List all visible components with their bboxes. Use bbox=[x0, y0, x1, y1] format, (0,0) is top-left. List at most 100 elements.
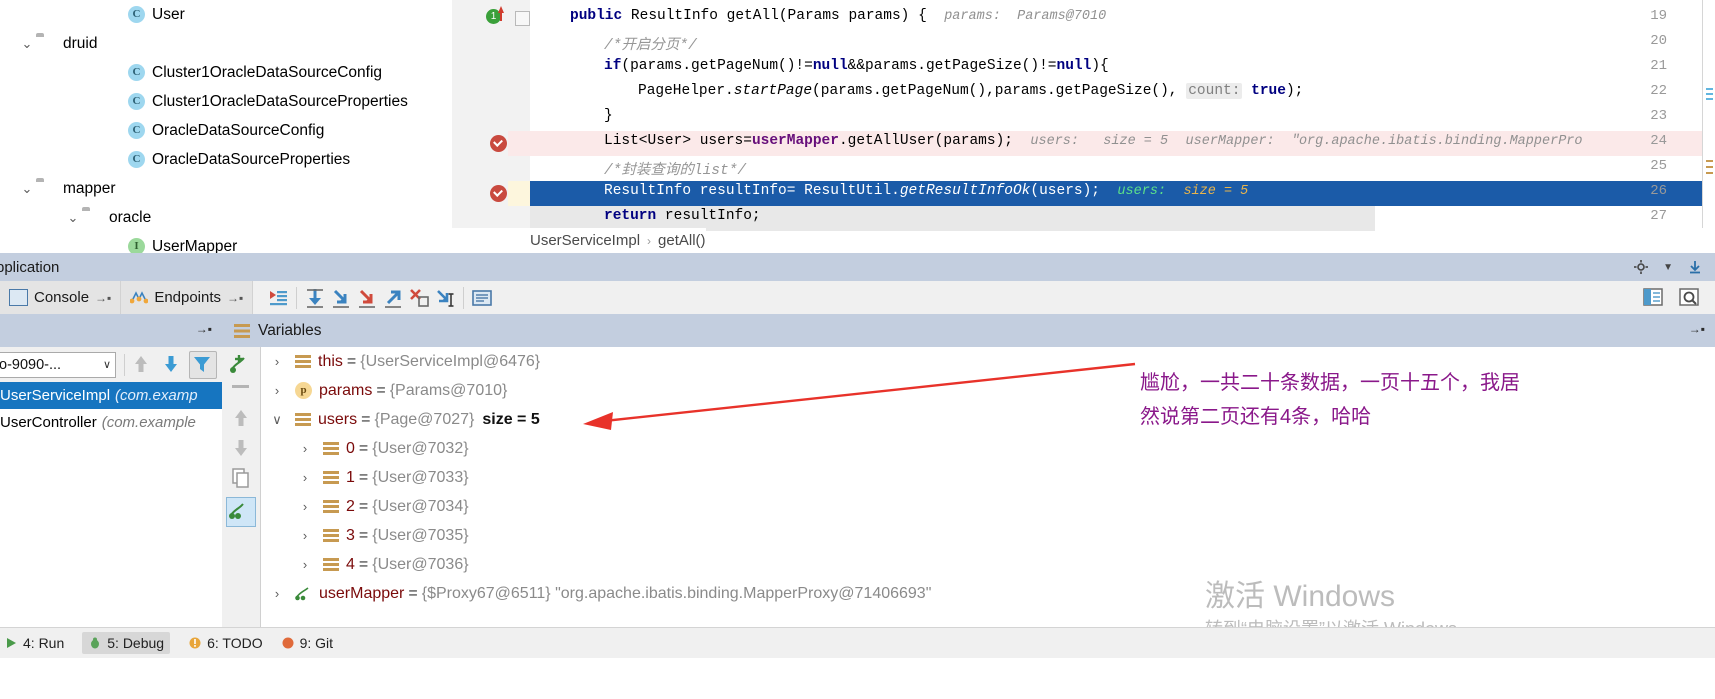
status-tab-debug[interactable]: 5: Debug bbox=[82, 632, 171, 654]
code-line-25: /*封装查询的list*/ bbox=[604, 163, 747, 179]
remove-watch-icon[interactable] bbox=[232, 385, 249, 388]
variable-row[interactable]: › 3 = {User@7035} bbox=[261, 521, 1715, 550]
frames-list[interactable]: UserServiceImpl (com.examp UserController(… bbox=[0, 382, 222, 627]
variable-size: size = 5 bbox=[482, 410, 540, 428]
variable-row[interactable]: › 2 = {User@7034} bbox=[261, 492, 1715, 521]
step-over-icon[interactable] bbox=[302, 285, 328, 311]
variable-value: {User@7034} bbox=[372, 497, 469, 515]
tree-item-oracle[interactable]: ⌄ oracle bbox=[0, 203, 452, 232]
chevron-right-icon[interactable]: › bbox=[269, 354, 285, 369]
status-tab-label: 4: Run bbox=[23, 635, 65, 651]
drop-frame-icon[interactable] bbox=[406, 285, 432, 311]
layout-settings-icon[interactable] bbox=[1641, 285, 1667, 311]
keyword-null: null bbox=[812, 58, 848, 74]
variable-row[interactable]: › 4 = {User@7036} bbox=[261, 550, 1715, 579]
debug-toolbar[interactable]: Console →▪ Endpoints →▪ bbox=[0, 281, 1715, 315]
tree-item-user[interactable]: C User bbox=[0, 0, 452, 29]
variables-title: Variables bbox=[258, 321, 322, 339]
frames-toolbar[interactable]: o-9090-... ∨ bbox=[0, 347, 222, 382]
run-to-cursor-icon[interactable] bbox=[432, 285, 458, 311]
breadcrumb-class[interactable]: UserServiceImpl bbox=[530, 232, 640, 249]
tab-console[interactable]: Console →▪ bbox=[0, 281, 122, 314]
status-bar-tabs[interactable]: 4: Run 5: Debug 6: TODO 9: Git bbox=[0, 628, 333, 658]
evaluate-expression-icon[interactable] bbox=[469, 285, 495, 311]
chevron-down-icon[interactable]: ⌄ bbox=[18, 181, 36, 197]
chevron-down-icon[interactable]: ∨ bbox=[103, 358, 111, 371]
tree-item-label: mapper bbox=[63, 179, 116, 197]
chevron-down-icon[interactable]: ▼ bbox=[1663, 262, 1673, 273]
pin-icon[interactable]: →▪ bbox=[227, 291, 243, 305]
tree-item-oracledatasourceconfig[interactable]: C OracleDataSourceConfig bbox=[0, 116, 452, 145]
keyword-true: true bbox=[1251, 83, 1286, 99]
status-tab-run[interactable]: 4: Run bbox=[4, 635, 64, 651]
chevron-right-icon[interactable]: › bbox=[297, 528, 313, 543]
gear-icon[interactable] bbox=[1633, 259, 1649, 275]
thread-selector[interactable]: o-9090-... ∨ bbox=[0, 351, 116, 378]
tree-item-label: Cluster1OracleDataSourceConfig bbox=[152, 63, 383, 81]
variable-row[interactable]: › 1 = {User@7033} bbox=[261, 463, 1715, 492]
debug-window-title: pplication bbox=[0, 258, 60, 276]
move-up-icon[interactable] bbox=[228, 405, 254, 434]
copy-icon[interactable] bbox=[228, 465, 254, 494]
inline-hint-value: size = 5 bbox=[1183, 184, 1249, 199]
status-tab-label: 6: TODO bbox=[207, 635, 263, 651]
line-number: 24 bbox=[1650, 133, 1667, 149]
tree-item-druid[interactable]: ⌄ druid bbox=[0, 29, 452, 58]
add-watch-icon[interactable] bbox=[228, 352, 254, 381]
tab-endpoints[interactable]: Endpoints →▪ bbox=[121, 281, 254, 314]
filter-icon[interactable] bbox=[189, 350, 217, 379]
pin-icon[interactable]: →▪ bbox=[196, 322, 212, 336]
variables-icon bbox=[234, 323, 250, 338]
force-step-into-icon[interactable] bbox=[354, 285, 380, 311]
fold-icon[interactable] bbox=[515, 11, 530, 26]
tree-item-oracledatasourceproperties[interactable]: C OracleDataSourceProperties bbox=[0, 145, 452, 174]
tree-item-usermapper[interactable]: I UserMapper bbox=[0, 232, 452, 253]
frame-item[interactable]: UserServiceImpl (com.examp bbox=[0, 382, 222, 409]
status-tab-git[interactable]: 9: Git bbox=[281, 635, 333, 651]
editor-scrollbar[interactable] bbox=[1704, 0, 1715, 228]
parameter-hint-count: count: bbox=[1186, 83, 1243, 99]
step-into-icon[interactable] bbox=[328, 285, 354, 311]
project-tree-panel[interactable]: C User ⌄ druid C Cluster1OracleDataSourceConf… bbox=[0, 0, 452, 253]
inline-debug-hint-users: users: size = 5 bbox=[1030, 134, 1169, 149]
pin-icon[interactable]: →▪ bbox=[1689, 322, 1705, 336]
step-out-icon[interactable] bbox=[380, 285, 406, 311]
tree-item-cluster1oracledatasourceproperties[interactable]: C Cluster1OracleDataSourceProperties bbox=[0, 87, 452, 116]
variable-value: {UserServiceImpl@6476} bbox=[360, 352, 541, 370]
chevron-right-icon[interactable]: › bbox=[297, 441, 313, 456]
code-line-20: /*开启分页*/ bbox=[604, 38, 697, 54]
pin-icon[interactable]: →▪ bbox=[95, 291, 111, 305]
show-execution-point-icon[interactable] bbox=[265, 285, 291, 311]
move-down-icon[interactable] bbox=[228, 435, 254, 464]
frame-down-icon[interactable] bbox=[159, 352, 185, 378]
tree-item-cluster1oracledatasourceconfig[interactable]: C Cluster1OracleDataSourceConfig bbox=[0, 58, 452, 87]
inspect-icon[interactable] bbox=[1677, 285, 1703, 311]
chevron-right-icon[interactable]: › bbox=[297, 557, 313, 572]
chevron-down-icon[interactable]: ∨ bbox=[269, 412, 285, 428]
status-tab-label: 9: Git bbox=[299, 635, 334, 651]
code-line-27: return resultInfo; bbox=[604, 208, 761, 224]
frame-item[interactable]: UserController (com.example bbox=[0, 409, 222, 436]
chevron-down-icon[interactable]: ⌄ bbox=[64, 210, 82, 226]
chevron-right-icon[interactable]: › bbox=[297, 499, 313, 514]
breadcrumb[interactable]: UserServiceImpl › getAll() bbox=[530, 228, 706, 253]
tree-item-mapper[interactable]: ⌄ mapper bbox=[0, 174, 452, 203]
code-text: &&params.getPageSize()!= bbox=[847, 58, 1057, 74]
code-editor[interactable]: 19 20 21 22 23 24 25 26 27 1 public Resu… bbox=[452, 0, 1715, 253]
frame-up-icon[interactable] bbox=[129, 352, 155, 378]
chevron-down-icon[interactable]: ⌄ bbox=[18, 36, 36, 52]
breakpoint-icon[interactable] bbox=[490, 135, 507, 152]
hide-down-icon[interactable] bbox=[1687, 259, 1703, 275]
chevron-right-icon[interactable]: › bbox=[297, 470, 313, 485]
chevron-right-icon[interactable]: › bbox=[269, 586, 285, 601]
breakpoint-icon[interactable] bbox=[490, 185, 507, 202]
inline-hint-name: users: bbox=[1117, 184, 1167, 199]
annotation-arrow bbox=[583, 362, 1136, 430]
chevron-right-icon[interactable]: › bbox=[269, 383, 285, 398]
status-tab-todo[interactable]: 6: TODO bbox=[188, 635, 263, 651]
breadcrumb-method[interactable]: getAll() bbox=[658, 232, 706, 249]
variables-sidebar-toolbar[interactable] bbox=[222, 347, 261, 627]
chevron-right-icon: › bbox=[647, 233, 652, 248]
object-icon bbox=[323, 499, 339, 514]
inline-watch-icon[interactable] bbox=[226, 497, 256, 527]
